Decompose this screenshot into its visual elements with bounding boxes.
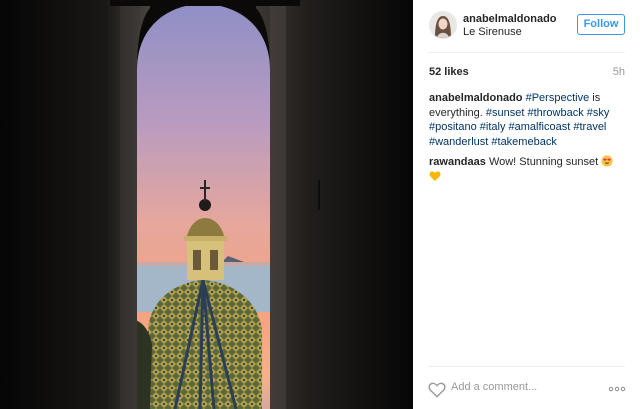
- hashtag[interactable]: #travel: [573, 121, 606, 133]
- caption-text: is: [592, 92, 601, 104]
- comment-username[interactable]: rawandaas: [429, 156, 486, 168]
- header-divider: [428, 52, 625, 53]
- caption-username[interactable]: anabelmaldonado: [429, 92, 523, 104]
- comment-text: Wow! Stunning sunset: [488, 156, 599, 168]
- hashtag[interactable]: #throwback: [527, 107, 583, 119]
- hashtag[interactable]: #Perspective: [526, 92, 590, 104]
- post-header: anabelmaldonado Le Sirenuse Follow: [413, 0, 640, 52]
- post-details-panel: anabelmaldonado Le Sirenuse Follow 52 li…: [413, 0, 640, 409]
- caption: anabelmaldonado #Perspective is everythi…: [429, 91, 625, 149]
- post-location[interactable]: Le Sirenuse: [463, 26, 522, 38]
- sunset-photo-image: [0, 0, 413, 409]
- hashtag[interactable]: #sunset: [486, 107, 525, 119]
- caption-text: everything.: [429, 106, 483, 119]
- post-username[interactable]: anabelmaldonado: [463, 13, 557, 25]
- add-comment-input[interactable]: [451, 381, 601, 393]
- hashtag[interactable]: #amalficoast: [509, 121, 571, 133]
- comment-item: rawandaas Wow! Stunning sunset: [429, 155, 625, 184]
- yellow-heart-emoji-icon: [429, 170, 441, 181]
- comment-bar: [413, 372, 640, 409]
- post-timestamp[interactable]: 5h: [613, 66, 625, 78]
- follow-button[interactable]: Follow: [577, 14, 625, 35]
- hashtag[interactable]: #takemeback: [491, 136, 556, 148]
- hashtag[interactable]: #positano: [429, 121, 477, 133]
- profile-picture-icon: [430, 12, 456, 38]
- heart-eyes-emoji-icon: [601, 155, 613, 167]
- hashtag[interactable]: #wanderlust: [429, 136, 488, 148]
- post-photo[interactable]: [0, 0, 413, 409]
- likes-count[interactable]: 52 likes: [429, 66, 469, 78]
- more-options-icon[interactable]: [608, 381, 626, 397]
- avatar[interactable]: [429, 11, 457, 39]
- comments-list: anabelmaldonado #Perspective is everythi…: [429, 91, 625, 190]
- hashtag[interactable]: #sky: [587, 107, 610, 119]
- hashtag[interactable]: #italy: [480, 121, 506, 133]
- heart-icon[interactable]: [428, 381, 446, 398]
- footer-divider: [428, 366, 625, 367]
